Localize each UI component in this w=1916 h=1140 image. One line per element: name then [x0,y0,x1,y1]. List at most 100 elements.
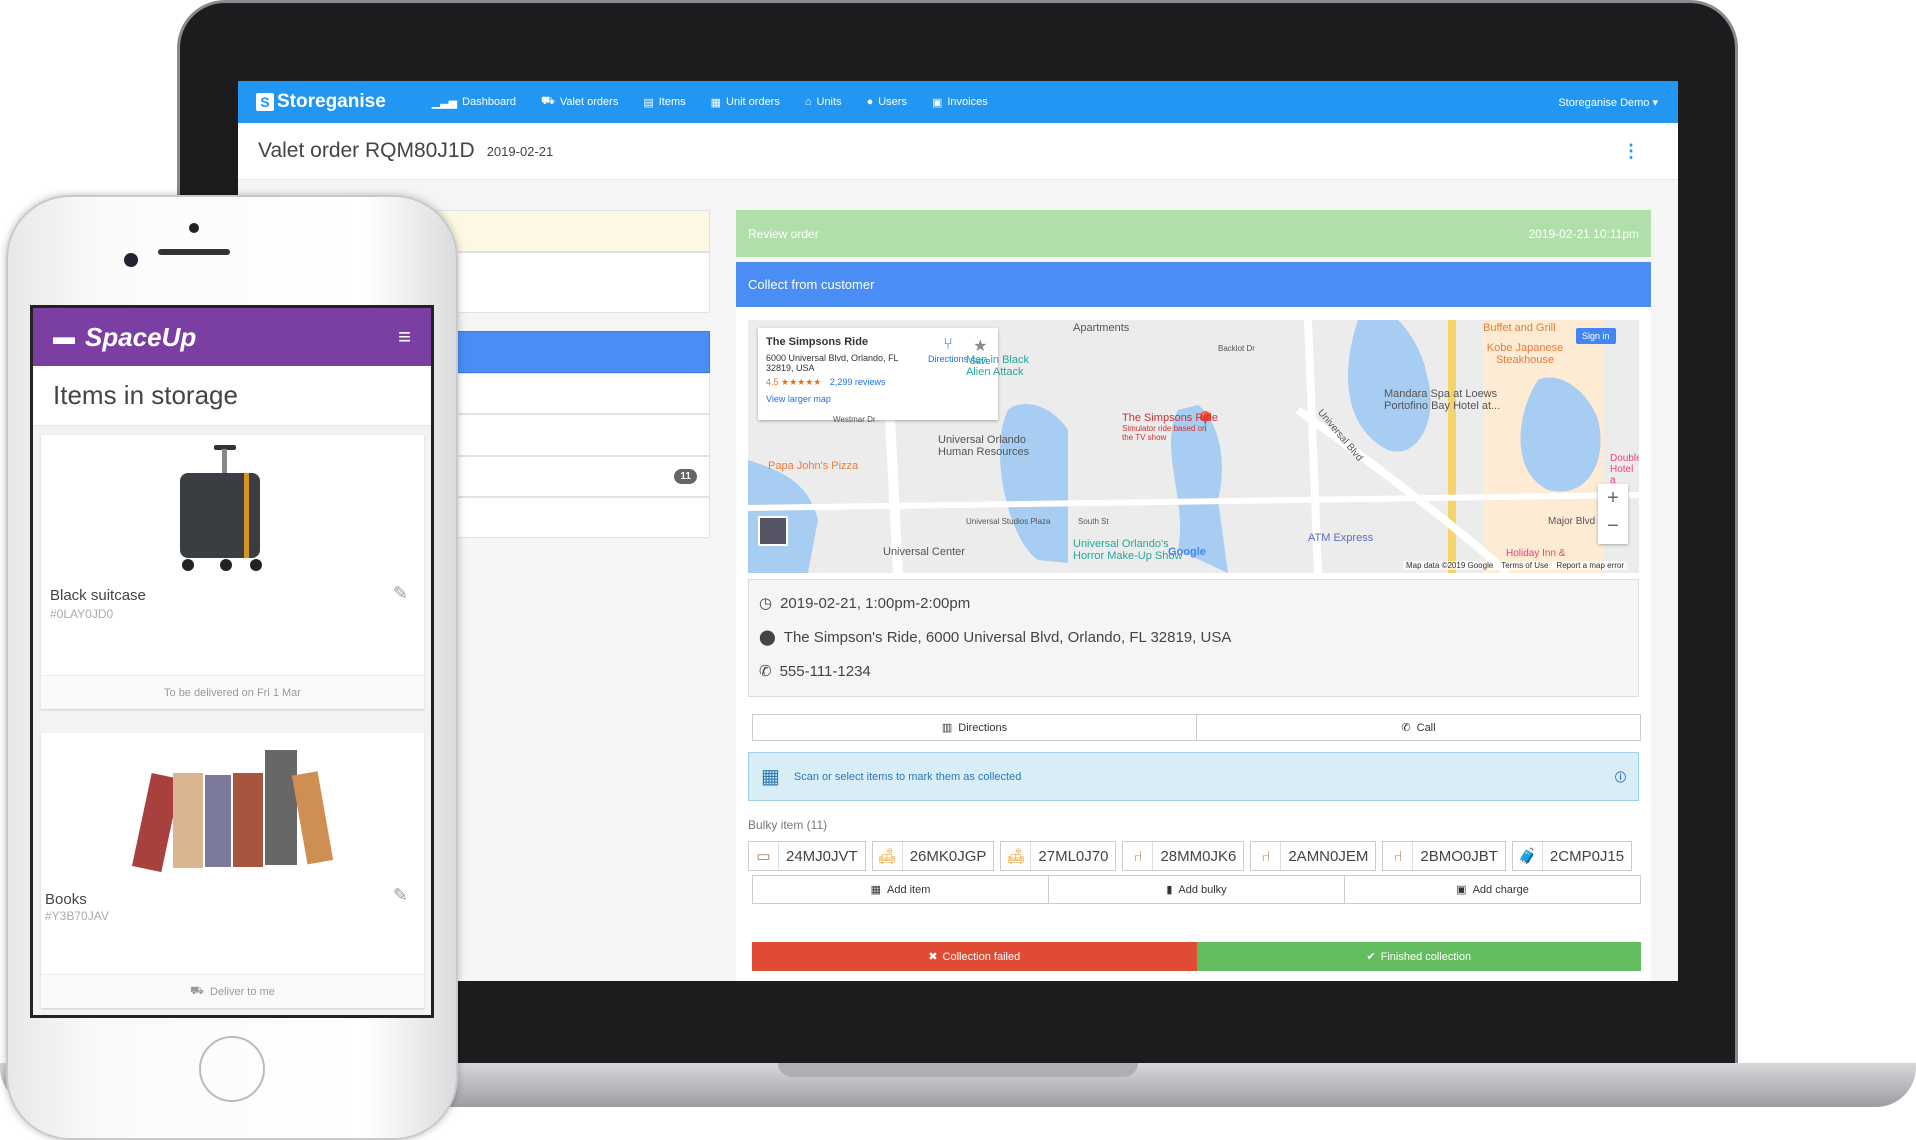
storage-item-card[interactable]: Black suitcase #0LAY0JD0 ✎ To be deliver… [41,435,424,709]
money-icon: ▣ [1456,884,1467,896]
collect-step[interactable]: Collect from customer [736,262,1651,307]
edit-pencil-icon[interactable]: ✎ [393,885,408,906]
truck-icon: ⛟ [190,984,205,997]
mattress-thumbnail-icon: ▭ [749,842,779,870]
more-options-icon[interactable]: ⋮ [1622,141,1640,162]
deliver-link: Deliver to me [210,985,275,998]
phone-speaker [158,249,230,255]
nav-valet-orders[interactable]: ⛟ Valet orders [541,95,618,109]
scan-alert: ▦ Scan or select items to mark them as c… [748,752,1639,801]
add-item-button[interactable]: ▦ Add item [753,876,1049,903]
attribution-text: Map data ©2019 Google [1406,561,1494,570]
map-label: Apartments [1073,322,1130,334]
phone-sensor [189,223,199,233]
bulky-item-code: 2CMP0J15 [1549,847,1625,865]
phone-screen: ▬ SpaceUp ≡ Items in storage Black suitc… [30,305,434,1018]
nav-units[interactable]: ⌂ Units [805,96,842,108]
nav-label: Unit orders [726,96,780,108]
map-label: Men in Black Alien Attack [966,354,1029,378]
add-charge-button[interactable]: ▣ Add charge [1345,876,1640,903]
nav-label: Valet orders [559,96,619,108]
top-navbar: S Storeganise ▁▃▅ Dashboard ⛟ Valet orders … [238,81,1678,123]
chair-thumbnail-icon: ⑁ [1251,842,1282,870]
brand-name: Storeganise [277,91,386,112]
card-footer[interactable]: ⛟ Deliver to me [41,974,424,1008]
map-sign-in-button[interactable]: Sign in [1576,328,1616,344]
qr-code-icon: ▦ [761,766,780,788]
edit-pencil-icon[interactable]: ✎ [393,583,408,604]
nav-label: Items [658,96,686,108]
luggage-thumbnail-icon: 🧳 [1513,842,1543,870]
bulky-item-code: 24MJ0JVT [786,847,858,865]
map-label: Major Blvd [1548,516,1596,527]
button-label: Directions [958,721,1008,734]
collection-failed-button[interactable]: ✖ Collection failed [752,942,1197,971]
map-directions-button[interactable]: ⑂ Directions [928,336,968,364]
phone-icon: ✆ [1401,722,1411,734]
bulky-item-chip[interactable]: 🛋 27ML0J70 [1000,841,1117,871]
view-larger-map-link[interactable]: View larger map [766,394,990,404]
zoom-out-button[interactable]: − [1598,512,1628,540]
pin-title: The Simpsons Ride [1122,412,1218,424]
phone-number: 555-111-1234 [779,662,871,680]
storage-item-card[interactable]: Books #Y3B70JAV ✎ ⛟ Deliver to me [41,733,424,1008]
add-bulky-button[interactable]: ▮ Add bulky [1049,876,1345,903]
directions-button[interactable]: ▥ Directions [753,715,1197,740]
phone-icon: ✆ [759,663,772,680]
time-window: 2019-02-21, 1:00pm-2:00pm [780,594,971,612]
bulky-item-chip[interactable]: ⑁ 28MM0JK6 [1122,841,1245,871]
bulky-item-chip[interactable]: ▭ 24MJ0JVT [748,841,866,871]
qr-code-icon: ▦ [870,884,881,896]
report-link[interactable]: Report a map error [1556,561,1624,570]
bulky-item-chip[interactable]: 🧳 2CMP0J15 [1511,841,1633,871]
hamburger-menu-icon[interactable]: ≡ [398,324,411,350]
money-icon: ▣ [931,96,943,109]
nav-label: Dashboard [462,96,516,108]
item-id: #0LAY0JD0 [50,607,114,621]
map-label: South St [1078,517,1109,526]
books-image [131,750,334,873]
map-label: Buffet and Grill [1483,322,1556,334]
map-label: Backlot Dr [1218,344,1255,353]
phone-brand: SpaceUp [85,321,197,352]
brand-logo[interactable]: S Storeganise [256,91,386,113]
map-label: Double Hotel a [1610,453,1639,486]
zoom-in-button[interactable]: + [1598,484,1628,512]
nav-unit-orders[interactable]: ▦ Unit orders [711,96,780,109]
satellite-toggle[interactable] [758,516,788,546]
x-icon: ✖ [928,951,938,963]
nav-invoices[interactable]: ▣ Invoices [932,96,988,109]
check-icon: ✔ [1366,951,1376,963]
nav-items[interactable]: ▤ Items [643,96,685,109]
sofa-thumbnail-icon: 🛋 [873,842,903,870]
laptop-notch [778,1063,1138,1077]
count-badge: 11 [674,469,697,484]
bulky-item-code: 2AMN0JEM [1288,847,1369,865]
place-info-card: The Simpsons Ride 6000 Universal Blvd, O… [758,328,998,420]
user-icon: ● [866,96,874,108]
map-label: Universal Center [883,546,965,558]
review-order-step[interactable]: Review order 2019-02-21 10:11pm [736,210,1651,257]
step-label: Review order [748,226,819,241]
button-label: Add bulky [1178,883,1227,896]
nav-users[interactable]: ● Users [867,96,907,108]
bulky-item-chip[interactable]: 🛋 26MK0JGP [871,841,995,871]
directions-arrow-icon: ⑂ [943,336,953,353]
account-menu[interactable]: Storeganise Demo ▾ [1558,96,1658,109]
map-label: Mandara Spa at Loews Portofino Bay Hotel… [1384,388,1501,412]
bulky-item-chip[interactable]: ⑁ 2BMO0JBT [1382,841,1506,871]
finished-collection-button[interactable]: ✔ Finished collection [1196,942,1641,971]
reviews-link[interactable]: 2,299 reviews [830,377,886,387]
call-button[interactable]: ✆ Call [1197,715,1640,740]
button-label: Finished collection [1380,950,1472,963]
google-map[interactable]: Apartments The Simpsons Ride 6000 Univer… [748,320,1639,573]
home-button[interactable] [199,1036,265,1102]
map-label: Universal Orlando Human Resources [938,434,1030,458]
order-details: ◷ 2019-02-21, 1:00pm-2:00pm ⬤ The Simpson'… [748,579,1639,697]
help-icon[interactable]: ⓘ [1615,769,1626,785]
button-label: Add charge [1472,883,1529,896]
nav-dashboard[interactable]: ▁▃▅ Dashboard [432,96,516,109]
bulky-item-chip[interactable]: ⑁ 2AMN0JEM [1250,841,1377,871]
clock-icon: ◷ [759,595,773,612]
terms-link[interactable]: Terms of Use [1501,561,1548,570]
